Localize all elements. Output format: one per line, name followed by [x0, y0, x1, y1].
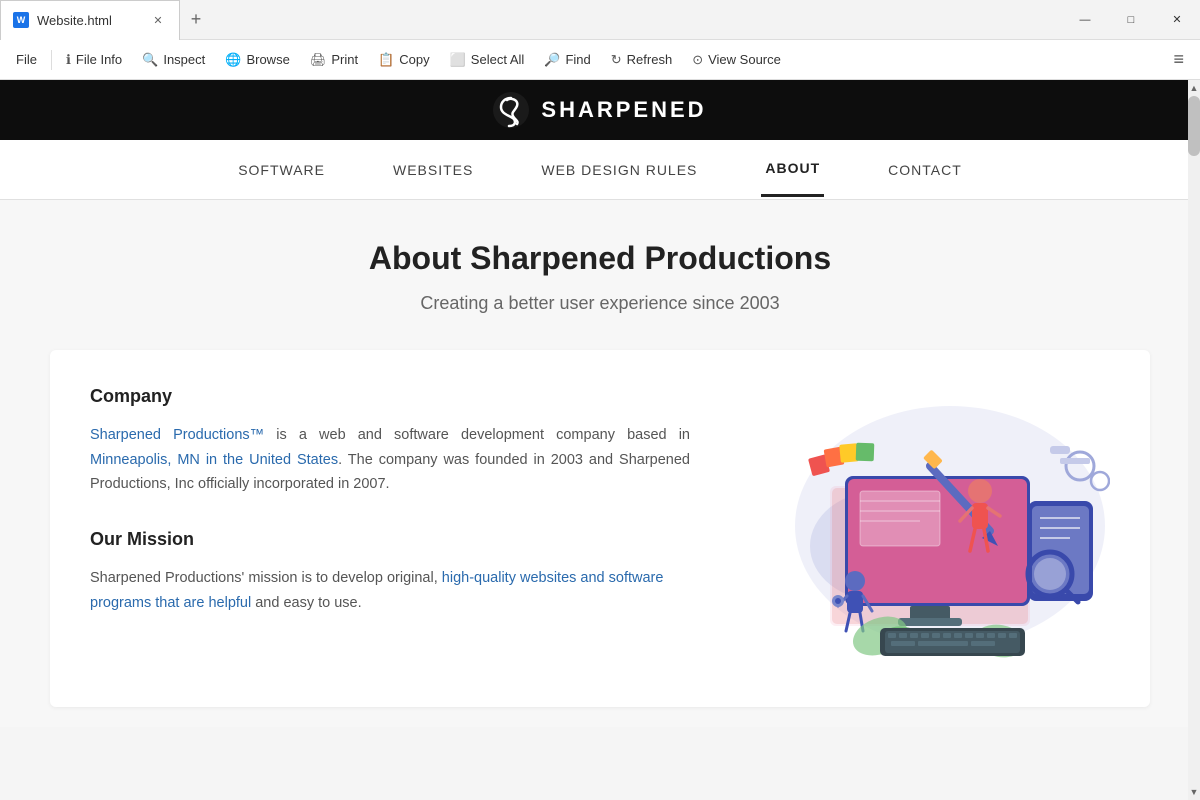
site-main: About Sharpened Productions Creating a b…: [0, 200, 1200, 727]
mission-heading: Our Mission: [90, 529, 690, 550]
toolbar: File ℹ File Info 🔍 Inspect 🌐 Browse 🖨 Pr…: [0, 40, 1200, 80]
site-nav: SOFTWARE WEBSITES WEB DESIGN RULES ABOUT…: [0, 140, 1200, 200]
page-title: About Sharpened Productions: [20, 240, 1180, 277]
menu-icon[interactable]: ≡: [1165, 45, 1192, 74]
scrollbar-thumb[interactable]: [1188, 96, 1200, 156]
company-link-location[interactable]: Minneapolis, MN in the United States: [90, 452, 338, 468]
tab-close-button[interactable]: ✕: [149, 11, 167, 29]
content-card: Company Sharpened Productions™ is a web …: [50, 350, 1150, 707]
minimize-button[interactable]: —: [1062, 0, 1108, 40]
content-text: Company Sharpened Productions™ is a web …: [90, 386, 690, 615]
logo-container: SHARPENED: [493, 92, 706, 128]
nav-web-design-rules[interactable]: WEB DESIGN RULES: [537, 144, 701, 196]
site-wrapper: SHARPENED SOFTWARE WEBSITES WEB DESIGN R…: [0, 80, 1200, 800]
close-button[interactable]: ✕: [1154, 0, 1200, 40]
company-link-name[interactable]: Sharpened Productions™: [90, 427, 264, 443]
find-label: Find: [565, 52, 590, 67]
view-source-button[interactable]: ⊙ View Source: [684, 48, 789, 72]
titlebar: W Website.html ✕ + — □ ✕: [0, 0, 1200, 40]
maximize-button[interactable]: □: [1108, 0, 1154, 40]
copy-label: Copy: [399, 52, 429, 67]
inspect-label: Inspect: [163, 52, 205, 67]
nav-websites[interactable]: WEBSITES: [389, 144, 477, 196]
illustration-svg: [750, 386, 1110, 666]
refresh-icon: ↻: [611, 52, 622, 68]
tab-title: Website.html: [37, 13, 112, 28]
info-icon: ℹ: [66, 52, 71, 68]
active-tab[interactable]: W Website.html ✕: [0, 0, 180, 40]
select-all-button[interactable]: ⬜ Select All: [442, 48, 533, 72]
tab-bar: W Website.html ✕ +: [0, 0, 1062, 40]
company-body: Sharpened Productions™ is a web and soft…: [90, 423, 690, 497]
logo-text: SHARPENED: [541, 97, 706, 123]
inspect-icon: 🔍: [142, 52, 158, 68]
browse-label: Browse: [246, 52, 289, 67]
separator-1: [51, 50, 52, 70]
company-heading: Company: [90, 386, 690, 407]
inspect-button[interactable]: 🔍 Inspect: [134, 48, 213, 72]
view-source-icon: ⊙: [692, 52, 703, 68]
scrollbar-arrow-down[interactable]: ▼: [1188, 784, 1200, 800]
nav-software[interactable]: SOFTWARE: [234, 144, 329, 196]
print-button[interactable]: 🖨 Print: [302, 48, 366, 72]
print-icon: 🖨: [310, 52, 327, 68]
find-button[interactable]: 🔎 Find: [536, 48, 598, 72]
site-header: SHARPENED: [0, 80, 1200, 140]
print-label: Print: [331, 52, 358, 67]
file-label: File: [16, 52, 37, 67]
new-tab-button[interactable]: +: [180, 4, 212, 36]
browse-button[interactable]: 🌐 Browse: [217, 48, 298, 72]
illustration: [750, 386, 1110, 671]
page-subtitle: Creating a better user experience since …: [20, 293, 1180, 314]
browse-icon: 🌐: [225, 52, 241, 68]
select-all-icon: ⬜: [450, 52, 466, 68]
find-icon: 🔎: [544, 52, 560, 68]
nav-contact[interactable]: CONTACT: [884, 144, 966, 196]
window-controls: — □ ✕: [1062, 0, 1200, 40]
scrollbar: ▲ ▼: [1188, 80, 1200, 800]
logo-icon: [493, 92, 529, 128]
file-info-button[interactable]: ℹ File Info: [58, 48, 130, 72]
file-info-label: File Info: [76, 52, 122, 67]
mission-body: Sharpened Productions' mission is to dev…: [90, 566, 690, 615]
mission-link[interactable]: high-quality websites and software progr…: [90, 570, 663, 611]
scrollbar-arrow-up[interactable]: ▲: [1188, 80, 1200, 96]
refresh-button[interactable]: ↻ Refresh: [603, 48, 680, 72]
file-button[interactable]: File: [8, 48, 45, 71]
refresh-label: Refresh: [627, 52, 673, 67]
copy-button[interactable]: 📋 Copy: [370, 48, 438, 72]
copy-icon: 📋: [378, 52, 394, 68]
select-all-label: Select All: [471, 52, 524, 67]
tab-favicon: W: [13, 12, 29, 28]
view-source-label: View Source: [708, 52, 781, 67]
nav-about[interactable]: ABOUT: [761, 142, 824, 197]
